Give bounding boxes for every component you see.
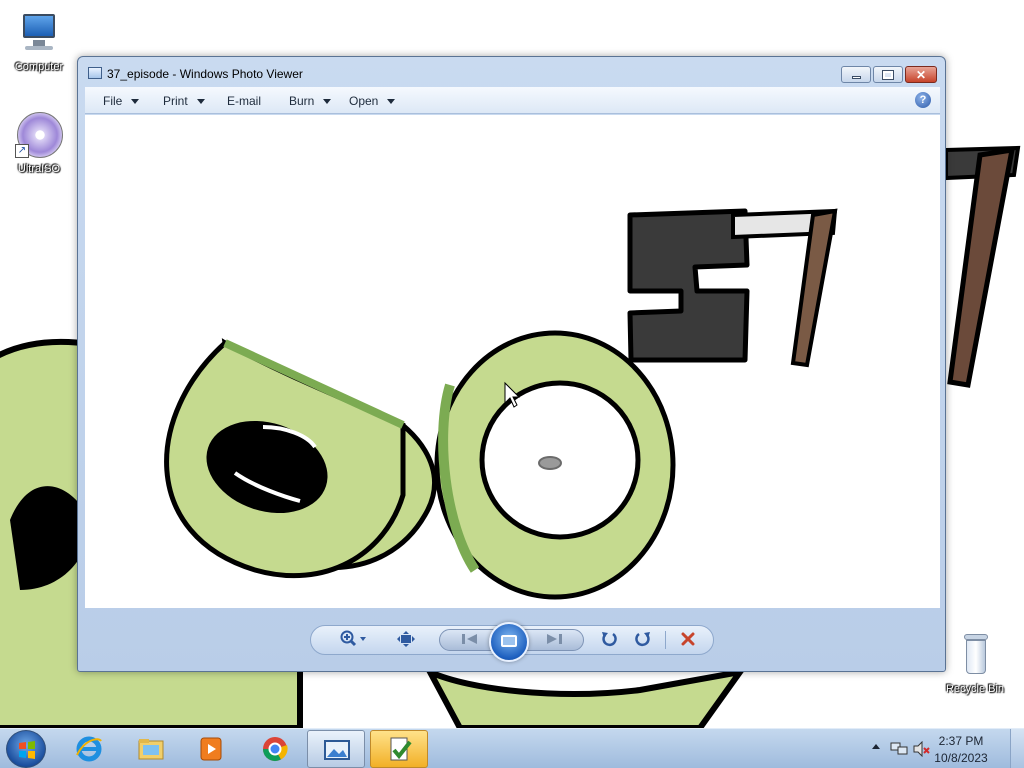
photo-viewer-icon xyxy=(88,67,102,79)
menu-email[interactable]: E-mail xyxy=(227,94,261,108)
desktop: Computer ↗ UltraISO Recycle Bin 37_episo… xyxy=(0,0,1024,728)
clock-date[interactable]: 10/8/2023 xyxy=(926,751,996,765)
media-player-icon xyxy=(200,737,222,761)
network-icon[interactable] xyxy=(890,741,908,757)
menu-burn[interactable]: Burn xyxy=(289,94,332,108)
recycle-bin-icon xyxy=(951,632,999,680)
minimize-button[interactable] xyxy=(841,66,871,83)
menu-file[interactable]: File xyxy=(103,94,140,108)
show-hidden-icons-button[interactable] xyxy=(872,744,880,749)
previous-button[interactable] xyxy=(452,629,488,649)
next-icon xyxy=(547,634,562,644)
control-separator xyxy=(665,631,666,649)
ultraiso-disc-icon: ↗ xyxy=(15,112,63,160)
taskbar: 2:37 PM 10/8/2023 xyxy=(0,728,1024,768)
previous-icon xyxy=(462,634,477,644)
show-desktop-button[interactable] xyxy=(1010,729,1024,768)
actual-size-button[interactable] xyxy=(394,629,418,649)
delete-button[interactable] xyxy=(676,629,700,649)
minimize-icon xyxy=(842,67,870,82)
image-text-37: 37 xyxy=(85,115,99,118)
windows-explorer-icon xyxy=(138,739,164,760)
menu-label: Burn xyxy=(289,94,315,108)
slideshow-icon xyxy=(501,635,517,647)
title-bar[interactable]: 37_episode - Windows Photo Viewer ✕ xyxy=(78,57,945,87)
chevron-down-icon xyxy=(196,99,205,105)
desktop-icon-ultraiso[interactable]: ↗ UltraISO xyxy=(4,112,74,175)
command-bar: File Print E-mail Burn Open ? xyxy=(85,87,940,114)
computer-icon xyxy=(15,10,63,58)
maximize-button[interactable] xyxy=(873,66,903,83)
delete-icon xyxy=(681,632,695,646)
photo-viewer-window: 37_episode - Windows Photo Viewer ✕ File… xyxy=(77,56,946,672)
desktop-icon-computer[interactable]: Computer xyxy=(4,10,74,73)
close-icon: ✕ xyxy=(915,67,927,82)
menu-label: Open xyxy=(349,94,379,108)
chevron-down-icon xyxy=(387,99,396,105)
menu-label: E-mail xyxy=(227,94,262,108)
windows-logo-icon xyxy=(19,741,35,759)
actual-size-icon xyxy=(397,631,415,647)
image-display[interactable]: 37 xyxy=(85,115,940,608)
maximize-icon xyxy=(874,67,902,82)
rotate-counterclockwise-button[interactable] xyxy=(598,629,620,649)
chevron-down-icon xyxy=(323,99,332,105)
checklist-app-icon xyxy=(390,737,412,761)
taskbar-photo-viewer[interactable] xyxy=(307,730,365,768)
zoom-icon xyxy=(340,630,366,647)
window-title: 37_episode - Windows Photo Viewer xyxy=(107,67,303,81)
chevron-down-icon xyxy=(131,99,140,105)
taskbar-internet-explorer[interactable] xyxy=(60,730,118,768)
notification-area: 2:37 PM 10/8/2023 xyxy=(854,729,1024,768)
menu-open[interactable]: Open xyxy=(349,94,396,108)
menu-label: Print xyxy=(163,94,188,108)
close-button[interactable]: ✕ xyxy=(905,66,937,83)
start-button[interactable] xyxy=(6,730,46,768)
playback-controls xyxy=(310,622,714,662)
chrome-icon xyxy=(263,737,288,762)
menu-print[interactable]: Print xyxy=(163,94,205,108)
rotate-counterclockwise-icon xyxy=(602,632,617,647)
desktop-icon-label: UltraISO xyxy=(17,163,61,175)
displayed-image: 37 xyxy=(85,115,838,600)
desktop-icon-label: Computer xyxy=(14,61,64,73)
taskbar-checklist-app[interactable] xyxy=(370,730,428,768)
clock-time[interactable]: 2:37 PM xyxy=(926,734,996,748)
taskbar-media-player[interactable] xyxy=(182,730,240,768)
desktop-icon-label: Recycle Bin xyxy=(945,683,1005,695)
slideshow-button[interactable] xyxy=(489,622,529,662)
next-button[interactable] xyxy=(536,629,572,649)
taskbar-windows-explorer[interactable] xyxy=(122,730,180,768)
taskbar-chrome[interactable] xyxy=(246,730,304,768)
help-button[interactable]: ? xyxy=(915,92,931,108)
menu-label: File xyxy=(103,94,123,108)
desktop-icon-recycle-bin[interactable]: Recycle Bin xyxy=(940,632,1010,695)
rotate-clockwise-button[interactable] xyxy=(632,629,654,649)
photo-viewer-icon xyxy=(324,740,350,760)
rotate-clockwise-icon xyxy=(635,632,650,647)
zoom-button[interactable] xyxy=(336,629,372,649)
internet-explorer-icon xyxy=(76,736,102,762)
